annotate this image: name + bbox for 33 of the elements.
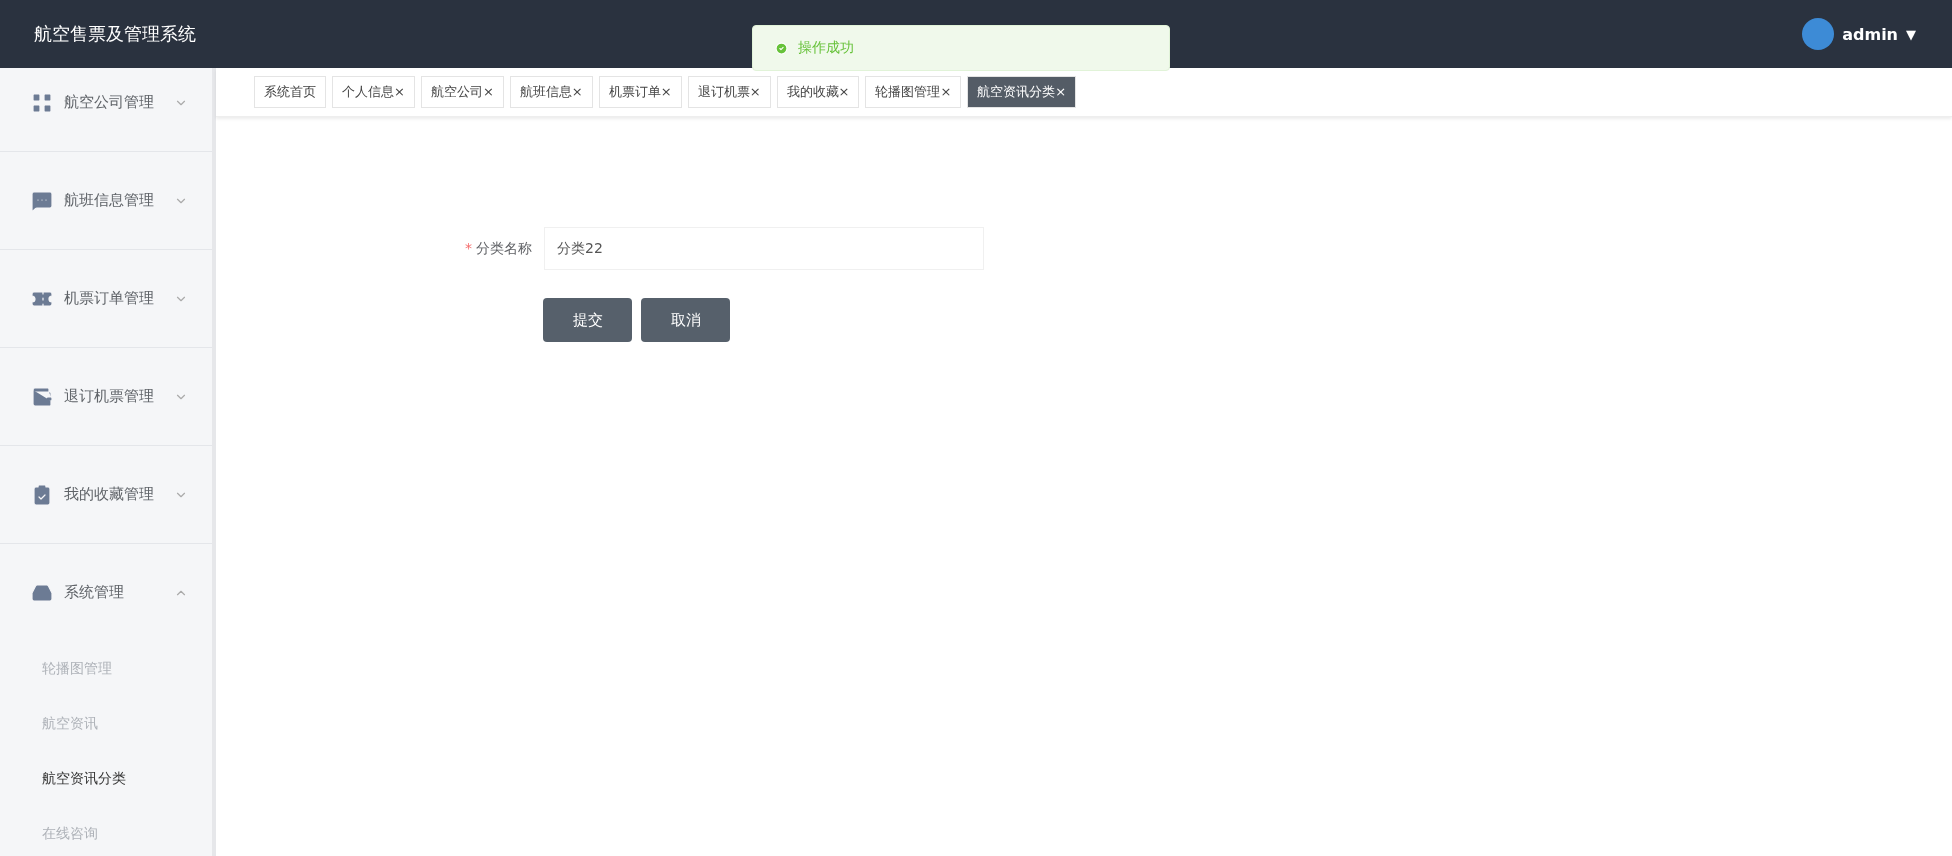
page-tab[interactable]: 航班信息× (509, 76, 593, 108)
menu-label: 航班信息管理 (64, 191, 155, 210)
menu-label: 系统管理 (64, 583, 125, 602)
menu-label: 机票订单管理 (64, 289, 155, 308)
menu-label: 航空公司管理 (64, 93, 155, 112)
page-tab[interactable]: 个人信息× (332, 76, 415, 108)
caret-icon[interactable]: ▼ (1906, 26, 1916, 42)
page-tab[interactable]: 系统首页 (254, 76, 326, 108)
menu-group[interactable]: 退订机票管理 (0, 348, 212, 445)
page-tab[interactable]: 退订机票× (687, 76, 771, 108)
field-label: * 分类名称 (464, 239, 532, 258)
check-circle-icon (775, 41, 788, 55)
toast-message: 操作成功 (798, 39, 854, 57)
input-field[interactable]: 分类22 (544, 227, 984, 270)
page-tab[interactable]: 我的收藏× (776, 76, 860, 108)
avatar[interactable] (1802, 18, 1835, 50)
submenu-item[interactable]: 航空资讯分类 (0, 751, 212, 806)
user-name[interactable]: admin (1842, 24, 1898, 44)
app-title: 航空售票及管理系统 (34, 22, 196, 46)
page-tab[interactable]: 机票订单× (598, 76, 682, 108)
submit-button[interactable]: 提交 (543, 298, 632, 342)
required-mark: * (465, 239, 472, 256)
menu-group[interactable]: 航班信息管理 (0, 152, 212, 249)
page-tab[interactable]: 轮播图管理× (865, 76, 962, 108)
menu-group[interactable]: 机票订单管理 (0, 250, 212, 347)
menu-group[interactable]: 航空公司管理 (0, 68, 212, 151)
page-tab[interactable]: 航空公司× (420, 76, 504, 108)
cancel-button[interactable]: 取消 (641, 298, 730, 342)
menu-label: 我的收藏管理 (64, 485, 155, 504)
menu-group[interactable]: 系统管理 (0, 544, 212, 641)
menu-group[interactable]: 我的收藏管理 (0, 446, 212, 543)
menu-label: 退订机票管理 (64, 387, 155, 406)
page-tab[interactable]: 航空资讯分类× (967, 76, 1077, 108)
